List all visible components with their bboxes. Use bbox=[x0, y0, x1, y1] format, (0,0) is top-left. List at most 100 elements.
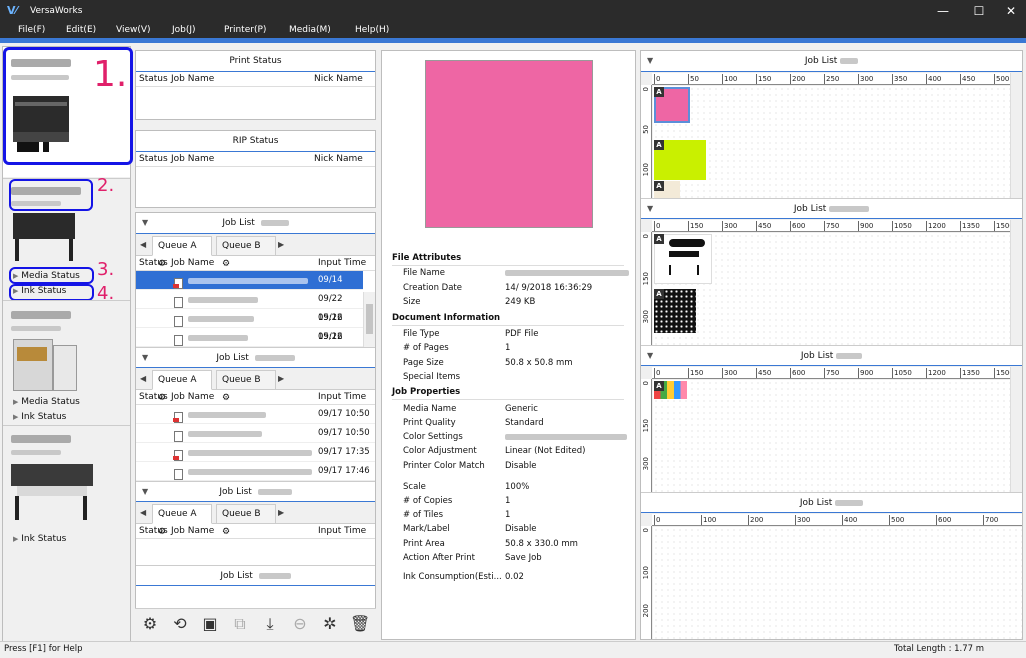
job-list-header-1[interactable]: ▼ Job List bbox=[136, 213, 375, 234]
menu-help[interactable]: Help(H) bbox=[355, 23, 389, 37]
tab-next-arrow-icon[interactable]: ▶ bbox=[278, 370, 284, 388]
callout-number-3: 3. bbox=[97, 259, 115, 280]
media-status-toggle[interactable]: ▶ Media Status bbox=[13, 396, 80, 408]
tab-next-arrow-icon[interactable]: ▶ bbox=[278, 504, 284, 522]
ruler-tick-label: 300 bbox=[642, 457, 650, 471]
menu-media[interactable]: Media(M) bbox=[289, 23, 331, 37]
menu-job[interactable]: Job(J) bbox=[172, 23, 196, 37]
layout-header[interactable]: Job List bbox=[641, 492, 1022, 513]
collapse-icon[interactable]: ▼ bbox=[142, 213, 148, 233]
job-list-title: Job List bbox=[220, 571, 253, 581]
printer-list: 1. ▶ Media Status ▶ Ink Status 2. 3. 4. … bbox=[2, 46, 133, 642]
job-list-header-2[interactable]: ▼ Job List bbox=[136, 347, 375, 368]
spinner-icon[interactable]: ✲ bbox=[320, 614, 340, 634]
ink-status-toggle[interactable]: ▶ Ink Status bbox=[13, 533, 66, 545]
tab-queue-b[interactable]: Queue B ⚙ bbox=[216, 236, 276, 269]
layout-canvas[interactable]: A A bbox=[653, 233, 1010, 345]
layout-scrollbar[interactable] bbox=[1010, 367, 1022, 492]
collapse-icon[interactable]: ▼ bbox=[647, 199, 653, 219]
collapse-icon[interactable]: ▼ bbox=[142, 348, 148, 368]
tab-prev-arrow-icon[interactable]: ◀ bbox=[140, 370, 146, 388]
collapse-icon[interactable]: ▼ bbox=[142, 482, 148, 502]
menu-printer[interactable]: Printer(P) bbox=[224, 23, 266, 37]
tab-queue-b[interactable]: Queue B ⚙ bbox=[216, 370, 276, 403]
tab-queue-a[interactable]: Queue A ⚙ bbox=[152, 504, 212, 537]
menu-file[interactable]: File(F) bbox=[18, 23, 45, 37]
layout-header[interactable]: ▼ Job List bbox=[641, 345, 1022, 366]
job-details-panel: File Attributes File Name Creation Date … bbox=[381, 50, 636, 640]
media-status-label: Media Status bbox=[21, 397, 80, 407]
label-action-after-print: Action After Print bbox=[403, 553, 475, 563]
tab-prev-arrow-icon[interactable]: ◀ bbox=[140, 504, 146, 522]
tile-icon[interactable]: ⧉ bbox=[230, 614, 250, 634]
horizontal-ruler: 0 100 200 300 400 500 600 700 bbox=[652, 514, 1022, 526]
ruler-tick-label: 900 bbox=[858, 368, 874, 378]
job-row[interactable]: 09/17 10:50 bbox=[136, 405, 375, 424]
tab-queue-b[interactable]: Queue B ⚙ bbox=[216, 504, 276, 537]
collapse-icon[interactable]: ▼ bbox=[647, 51, 653, 71]
label-page-size: Page Size bbox=[403, 358, 444, 368]
status-bar: Press [F1] for Help Total Length : 1.77 … bbox=[0, 641, 1026, 658]
close-button[interactable]: ✕ bbox=[994, 0, 1026, 22]
collapse-icon[interactable]: ▼ bbox=[647, 346, 653, 366]
printer-icon[interactable]: ▣ bbox=[200, 614, 220, 634]
menu-view[interactable]: View(V) bbox=[116, 23, 151, 37]
job-rows-3 bbox=[136, 539, 375, 565]
layout-header[interactable]: ▼ Job List bbox=[641, 51, 1022, 72]
job-list-header-4[interactable]: Job List bbox=[136, 565, 375, 586]
ruler-tick-label: 300 bbox=[722, 368, 738, 378]
ruler-tick-label: 1050 bbox=[892, 221, 912, 231]
ruler-tick-label: 750 bbox=[824, 221, 840, 231]
job-list-column-header: Status Job Name Input Time bbox=[136, 524, 375, 539]
job-row[interactable]: 09/17 17:35 bbox=[136, 443, 375, 462]
tab-queue-a[interactable]: Queue A ⚙ bbox=[152, 236, 212, 269]
tab-queue-a[interactable]: Queue A ⚙ bbox=[152, 370, 212, 403]
ruler-tick-label: 1350 bbox=[960, 221, 980, 231]
layout-4: Job List 0 100 200 300 400 500 600 700 0 100 200 bbox=[641, 492, 1022, 639]
layout-scrollbar[interactable] bbox=[1010, 220, 1022, 345]
job-list-column-header: Status Job Name Input Time bbox=[136, 390, 375, 405]
eps-file-icon bbox=[174, 335, 183, 346]
tab-next-arrow-icon[interactable]: ▶ bbox=[278, 236, 284, 254]
ruler-tick-label: 300 bbox=[722, 221, 738, 231]
label-media-name: Media Name bbox=[403, 404, 457, 414]
job-list-scrollbar[interactable] bbox=[363, 292, 375, 354]
layout-scrollbar[interactable] bbox=[1010, 73, 1022, 198]
job-row[interactable]: 09/22 15:16 bbox=[136, 290, 363, 323]
refresh-icon[interactable]: ⟲ bbox=[170, 614, 190, 634]
job-row[interactable]: 09/14 16:36 bbox=[136, 271, 363, 304]
job-list-header-3[interactable]: ▼ Job List bbox=[136, 481, 375, 502]
ruler-tick-label: 450 bbox=[756, 221, 772, 231]
callout-number-2: 2. bbox=[97, 175, 115, 196]
label-size: Size bbox=[403, 297, 421, 307]
ink-status-label: Ink Status bbox=[21, 412, 67, 422]
ruler-tick-label: 1200 bbox=[926, 368, 946, 378]
download-icon[interactable]: ⤓ bbox=[260, 614, 280, 634]
job-row[interactable]: 09/17 17:46 bbox=[136, 462, 375, 481]
maximize-button[interactable]: ☐ bbox=[962, 0, 996, 22]
menu-bar: File(F) Edit(E) View(V) Job(J) Printer(P… bbox=[0, 22, 1026, 38]
gear-icon[interactable]: ⚙ bbox=[140, 614, 160, 634]
trash-icon[interactable]: 🗑 bbox=[350, 614, 370, 634]
tab-prev-arrow-icon[interactable]: ◀ bbox=[140, 236, 146, 254]
job-row[interactable]: 09/22 15:16 bbox=[136, 309, 363, 342]
ruler-tick-label: 300 bbox=[858, 74, 874, 84]
printer-card-3[interactable]: ▶ Media Status ▶ Ink Status bbox=[3, 300, 130, 423]
layout-canvas[interactable]: A bbox=[653, 380, 1010, 492]
ruler-tick-label: 900 bbox=[858, 221, 874, 231]
layout-header[interactable]: ▼ Job List bbox=[641, 198, 1022, 219]
job-row[interactable]: 09/17 10:50 bbox=[136, 424, 375, 443]
layout-canvas[interactable]: A A A bbox=[653, 86, 1010, 198]
printer-status-text bbox=[11, 450, 61, 455]
job-row[interactable]: 09/22 15:17 bbox=[136, 328, 363, 361]
layout-canvas[interactable] bbox=[653, 527, 1022, 639]
layout-2: ▼ Job List 0 150 300 450 600 750 900 1050 1200 135… bbox=[641, 198, 1022, 357]
minimize-button[interactable]: — bbox=[926, 0, 960, 22]
col-job-name: Job Name bbox=[171, 74, 215, 84]
ruler-tick-label: 0 bbox=[642, 381, 650, 386]
value-creation-date: 14/ 9/2018 16:36:29 bbox=[505, 283, 593, 293]
menu-edit[interactable]: Edit(E) bbox=[66, 23, 96, 37]
cancel-icon[interactable]: ⊖ bbox=[290, 614, 310, 634]
ink-status-toggle[interactable]: ▶ Ink Status bbox=[13, 411, 66, 423]
printer-card-4[interactable]: ▶ Ink Status bbox=[3, 425, 130, 549]
